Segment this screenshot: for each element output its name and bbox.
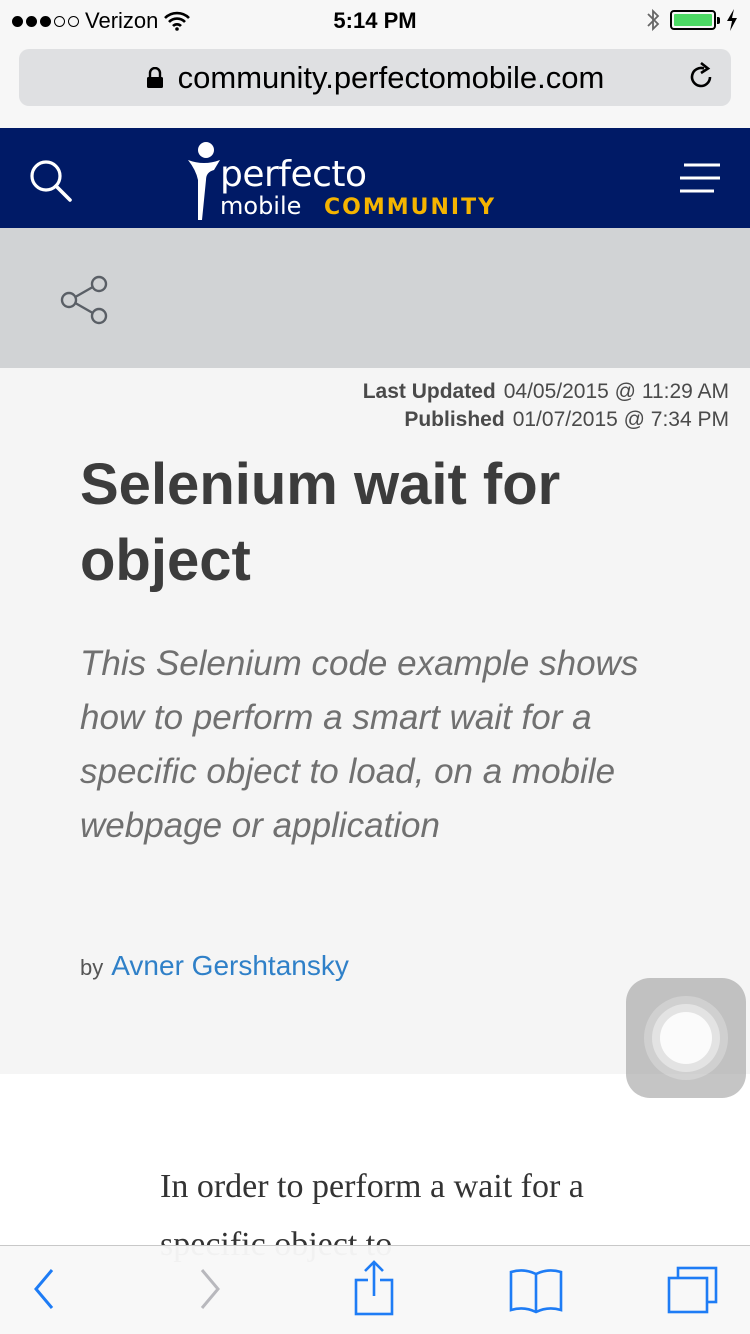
last-updated-row: Last Updated 04/05/2015 @ 11:29 AM [363, 378, 729, 406]
by-label: by [80, 955, 104, 980]
article-meta: Last Updated 04/05/2015 @ 11:29 AM Publis… [363, 378, 729, 434]
reload-icon[interactable] [685, 61, 717, 93]
lock-icon [146, 66, 163, 88]
article-title: Selenium wait for object [80, 452, 561, 593]
back-icon[interactable] [30, 1264, 58, 1314]
search-icon[interactable] [28, 158, 74, 204]
logo-word-mobile: mobile [220, 192, 302, 220]
forward-icon[interactable] [196, 1264, 224, 1314]
bookmarks-icon[interactable] [508, 1266, 564, 1314]
logo-figure-icon [188, 142, 220, 220]
article-summary: This Selenium code example shows how to … [80, 644, 639, 845]
status-time: 5:14 PM [333, 8, 417, 33]
tabs-icon[interactable] [666, 1264, 720, 1316]
perfecto-mobile-logo[interactable]: perfecto mobile COMMUNITY [184, 140, 504, 224]
last-updated-label: Last Updated [362, 380, 496, 403]
share-icon[interactable] [58, 274, 110, 326]
site-header: perfecto mobile COMMUNITY [0, 128, 750, 228]
last-updated-value: 04/05/2015 @ 11:29 AM [503, 380, 729, 403]
published-row: Published 01/07/2015 @ 7:34 PM [363, 406, 729, 434]
assistive-touch-button[interactable] [626, 978, 746, 1098]
logo-word-perfecto: perfecto [220, 154, 367, 195]
hamburger-menu-icon[interactable] [678, 162, 722, 194]
address-bar[interactable]: community.perfectomobile.com [19, 49, 731, 106]
url-text[interactable]: community.perfectomobile.com [178, 60, 605, 96]
charging-icon [727, 9, 737, 31]
published-value: 01/07/2015 @ 7:34 PM [512, 408, 729, 431]
published-label: Published [404, 408, 505, 431]
author-link[interactable]: Avner Gershtansky [111, 950, 349, 981]
share-upload-icon[interactable] [352, 1260, 398, 1318]
browser-toolbar [0, 1245, 750, 1334]
battery-icon [670, 10, 720, 30]
status-right [646, 8, 738, 32]
byline: by Avner Gershtansky [80, 950, 349, 982]
bluetooth-icon [647, 8, 660, 32]
logo-word-community: COMMUNITY [324, 195, 497, 220]
share-band [0, 228, 750, 368]
status-bar: Verizon 5:14 PM [0, 0, 750, 40]
